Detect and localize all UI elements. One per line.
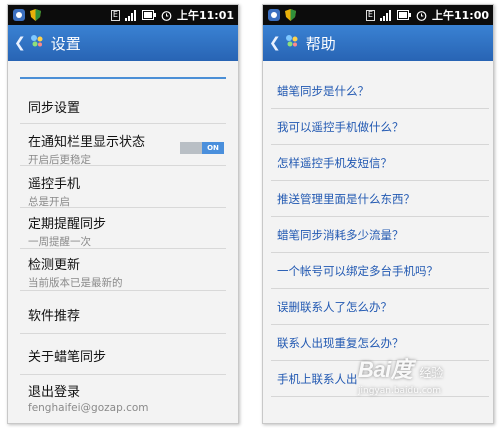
faq-item[interactable]: 我可以遥控手机做什么？ bbox=[271, 109, 489, 145]
page-title: 设置 bbox=[50, 34, 81, 53]
settings-item-title: 关于蜡笔同步 bbox=[28, 350, 107, 365]
back-chevron-icon[interactable]: ❮ bbox=[269, 35, 281, 51]
signal-icon bbox=[124, 9, 137, 21]
alarm-icon bbox=[416, 10, 427, 21]
network-type-icon: E bbox=[365, 9, 375, 21]
settings-item-title: 软件推荐 bbox=[28, 309, 81, 324]
toggle-on-label: ON bbox=[202, 142, 224, 154]
settings-item-title: 同步设置 bbox=[28, 101, 81, 116]
faq-item[interactable]: 怎样遥控手机发短信？ bbox=[271, 145, 489, 181]
settings-item-subtitle: 当前版本已是最新的 bbox=[28, 277, 123, 289]
battery-icon bbox=[396, 10, 411, 20]
divider bbox=[20, 165, 226, 166]
shield-icon bbox=[284, 8, 297, 22]
divider bbox=[20, 248, 226, 249]
app-notification-icon bbox=[267, 8, 281, 22]
settings-item-title: 遥控手机 bbox=[28, 177, 81, 192]
title-bar: ❮ 帮助 bbox=[263, 25, 493, 61]
app-notification-icon bbox=[12, 8, 26, 22]
network-type-icon: E bbox=[110, 9, 120, 21]
faq-item[interactable]: 一个帐号可以绑定多台手机吗？ bbox=[271, 253, 489, 289]
page-title: 帮助 bbox=[305, 34, 336, 53]
settings-item-sync[interactable]: 同步设置 bbox=[28, 97, 226, 116]
settings-item-about[interactable]: 关于蜡笔同步 bbox=[28, 346, 226, 365]
shield-icon bbox=[29, 8, 42, 22]
baidu-jingyan-watermark: Bai度 经验 jingyan.baidu.com bbox=[358, 352, 490, 422]
back-chevron-icon[interactable]: ❮ bbox=[14, 35, 26, 51]
divider bbox=[20, 290, 226, 291]
settings-item-title: 定期提醒同步 bbox=[28, 217, 107, 232]
status-bar: E 上午11:00 bbox=[263, 5, 493, 25]
faq-item[interactable]: 蜡笔同步消耗多少流量？ bbox=[271, 217, 489, 253]
settings-item-reminder[interactable]: 定期提醒同步 一周提醒一次 bbox=[28, 213, 226, 249]
notification-toggle[interactable]: ON bbox=[180, 142, 224, 154]
settings-item-remote[interactable]: 遥控手机 总是开启 bbox=[28, 173, 226, 209]
settings-item-recommend[interactable]: 软件推荐 bbox=[28, 305, 226, 324]
divider bbox=[20, 374, 226, 375]
account-email: fenghaifei@gozap.com bbox=[28, 402, 149, 414]
settings-screen: E 上午11:01 ❮ 设置 同步设置 在通知栏里显示状态 开启后更稳定 ON … bbox=[7, 4, 239, 424]
accent-divider bbox=[20, 77, 226, 79]
toggle-off-side bbox=[180, 142, 202, 154]
status-bar: E 上午11:01 bbox=[8, 5, 238, 25]
watermark-sub: 经验 bbox=[419, 366, 444, 380]
settings-item-title: 退出登录 bbox=[28, 385, 81, 400]
settings-item-update[interactable]: 检测更新 当前版本已是最新的 bbox=[28, 254, 226, 290]
divider bbox=[20, 123, 226, 124]
divider bbox=[20, 207, 226, 208]
alarm-icon bbox=[161, 10, 172, 21]
settings-item-title: 检测更新 bbox=[28, 258, 81, 273]
app-logo-icon bbox=[29, 33, 45, 53]
faq-item[interactable]: 推送管理里面是什么东西？ bbox=[271, 181, 489, 217]
clock: 上午11:01 bbox=[176, 9, 234, 22]
clock: 上午11:00 bbox=[431, 9, 489, 22]
settings-item-subtitle: 一周提醒一次 bbox=[28, 236, 91, 248]
battery-icon bbox=[141, 10, 156, 20]
faq-item[interactable]: 误删联系人了怎么办？ bbox=[271, 289, 489, 325]
settings-item-logout[interactable]: 退出登录 fenghaifei@gozap.com bbox=[28, 381, 226, 414]
watermark-url: jingyan.baidu.com bbox=[358, 386, 442, 396]
title-bar: ❮ 设置 bbox=[8, 25, 238, 61]
app-logo-icon bbox=[284, 33, 300, 53]
watermark-logo: Bai度 bbox=[358, 357, 413, 382]
faq-item[interactable]: 蜡笔同步是什么？ bbox=[271, 73, 489, 109]
signal-icon bbox=[379, 9, 392, 21]
divider bbox=[20, 333, 226, 334]
